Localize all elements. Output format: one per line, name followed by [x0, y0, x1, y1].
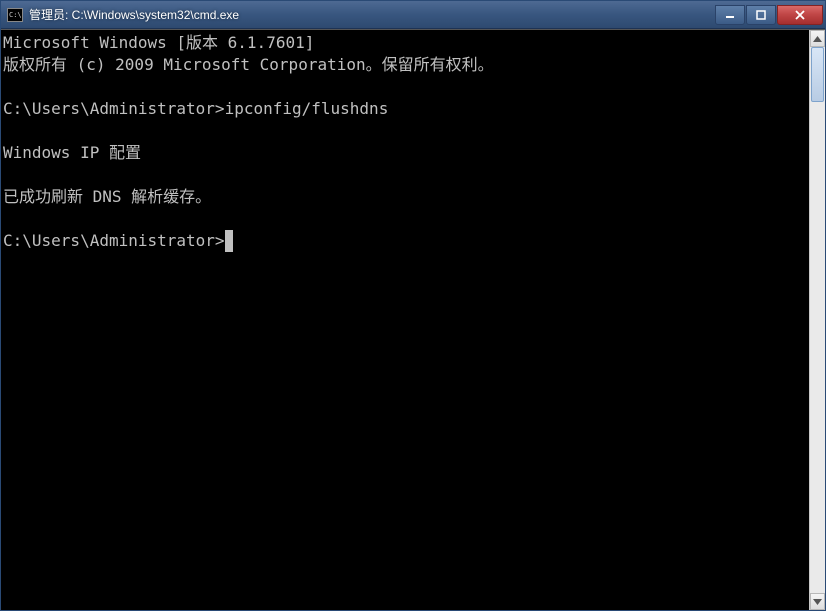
- titlebar[interactable]: C:\ 管理员: C:\Windows\system32\cmd.exe: [1, 1, 825, 29]
- window-title: 管理员: C:\Windows\system32\cmd.exe: [29, 6, 715, 23]
- vertical-scrollbar[interactable]: [809, 30, 825, 610]
- version-line: Microsoft Windows [版本 6.1.7601]: [3, 33, 314, 52]
- scroll-up-button[interactable]: [810, 30, 825, 47]
- output-header: Windows IP 配置: [3, 143, 141, 162]
- minimize-button[interactable]: [715, 5, 745, 25]
- scroll-down-button[interactable]: [810, 593, 825, 610]
- client-area: Microsoft Windows [版本 6.1.7601] 版权所有 (c)…: [1, 29, 825, 610]
- prompt-path: C:\Users\Administrator>: [3, 231, 225, 250]
- copyright-line: 版权所有 (c) 2009 Microsoft Corporation。保留所有…: [3, 55, 494, 74]
- maximize-button[interactable]: [746, 5, 776, 25]
- window-controls: [715, 5, 823, 25]
- command-text: ipconfig/flushdns: [225, 99, 389, 118]
- terminal-output[interactable]: Microsoft Windows [版本 6.1.7601] 版权所有 (c)…: [3, 30, 809, 610]
- close-button[interactable]: [777, 5, 823, 25]
- cmd-icon: C:\: [7, 8, 23, 22]
- text-cursor: [225, 230, 233, 252]
- scroll-thumb[interactable]: [811, 47, 824, 102]
- prompt-path: C:\Users\Administrator>: [3, 99, 225, 118]
- output-result: 已成功刷新 DNS 解析缓存。: [3, 187, 211, 206]
- scroll-track[interactable]: [810, 47, 825, 593]
- cmd-window: C:\ 管理员: C:\Windows\system32\cmd.exe Mic…: [0, 0, 826, 611]
